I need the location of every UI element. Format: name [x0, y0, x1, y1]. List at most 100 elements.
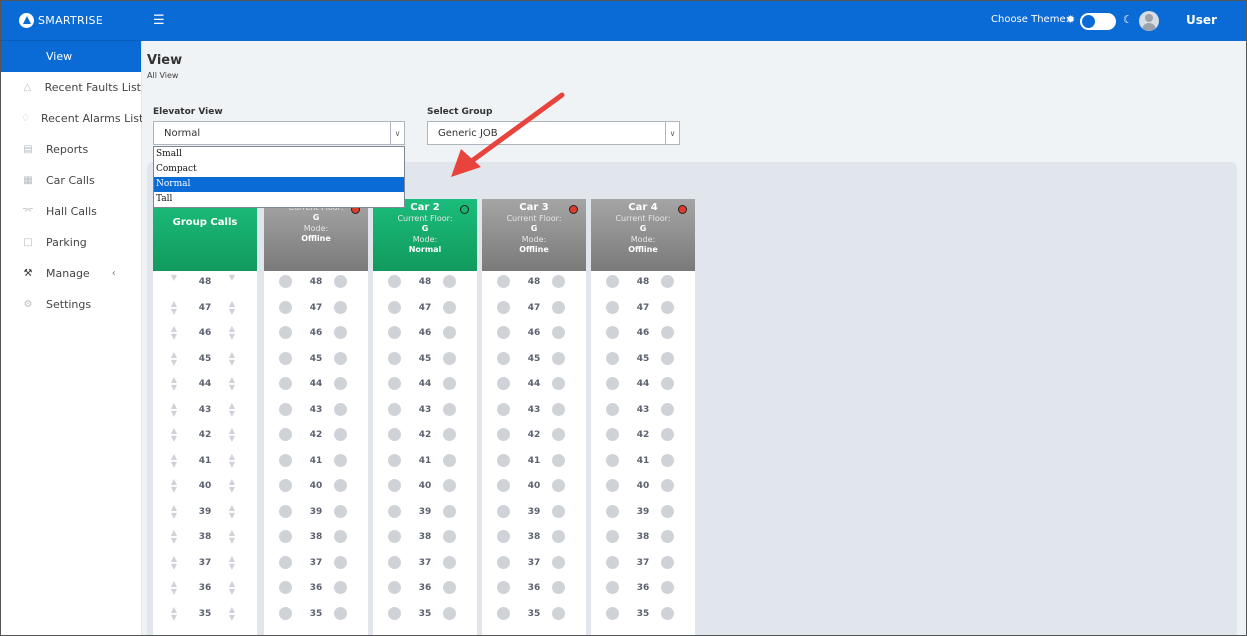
floor-row: 35 [264, 603, 368, 629]
dropdown-option-tall[interactable]: Tall [154, 192, 404, 207]
floor-row: 42 [482, 424, 586, 450]
theme-toggle[interactable] [1080, 13, 1116, 30]
floor-row: 48 [591, 271, 695, 297]
floor-number: 46 [418, 328, 432, 338]
floor-number: 45 [418, 353, 432, 364]
logo[interactable]: SMARTRISE [1, 1, 142, 41]
floor-number: 47 [636, 302, 650, 313]
document-icon: ▤ [23, 144, 33, 155]
floor-row: ▲ ▼ ▲ ▼ 47 [153, 297, 257, 323]
floor-row: 42 [373, 424, 477, 450]
floor-number: 35 [309, 608, 323, 619]
floor-number: 36 [636, 583, 650, 593]
car-column: Car 2 Current Floor: G Mode: Normal 48 47… [373, 199, 477, 635]
elevator-view-label: Elevator View [153, 107, 223, 117]
floor-number: 42 [198, 430, 212, 440]
main-content: View All View Elevator View Normal ∨ Sel… [142, 41, 1246, 635]
floor-row: 48 [373, 271, 477, 297]
floor-row: ▲ ▼ ▲ ▼ 43 [153, 399, 257, 425]
page-title: View [147, 53, 183, 68]
floor-row: ▲ ▼ ▲ ▼ 45 [153, 348, 257, 374]
floor-number: 43 [527, 404, 541, 415]
elevator-view-select[interactable]: Normal ∨ [153, 121, 405, 145]
floor-row: 40 [591, 475, 695, 501]
current-floor-label: Current Floor: [506, 214, 562, 223]
floor-number: 47 [198, 302, 212, 313]
floor-number: 43 [418, 404, 432, 415]
floor-number: 46 [527, 328, 541, 338]
floor-number: 45 [527, 353, 541, 364]
floor-row: 37 [264, 552, 368, 578]
car-floor-list: 48 47 46 45 44 43 42 41 40 39 38 37 36 35 [264, 271, 368, 628]
chevron-down-icon: ∨ [665, 122, 679, 144]
sidebar-item-parking[interactable]: □ Parking [1, 227, 141, 258]
sidebar-item-reports[interactable]: ▤ Reports [1, 134, 141, 165]
floor-row: 48 [482, 271, 586, 297]
floor-row: ▲ ▼ ▲ ▼ 39 [153, 501, 257, 527]
car-header: Current Floor: G Mode: Offline [264, 199, 368, 271]
car-floor-list: 48 47 46 45 44 43 42 41 40 39 38 37 36 35 [373, 271, 477, 628]
sidebar-item-recent-faults[interactable]: △ Recent Faults List [1, 72, 141, 103]
theme-label: Choose Theme: [991, 14, 1069, 25]
floor-row: 43 [482, 399, 586, 425]
floor-row: 47 [373, 297, 477, 323]
floor-row: ▲ ▼ ▲ ▼ 36 [153, 577, 257, 603]
sidebar-item-hall-calls[interactable]: ⌤ Hall Calls [1, 196, 141, 227]
floor-number: 45 [309, 353, 323, 364]
floor-row: 46 [482, 322, 586, 348]
sidebar-item-label: Hall Calls [46, 205, 97, 218]
floor-number: 41 [636, 455, 650, 466]
car-header: Car 2 Current Floor: G Mode: Normal [373, 199, 477, 271]
chevron-left-icon[interactable]: ‹ [112, 268, 116, 279]
hamburger-icon[interactable]: ☰ [153, 14, 165, 27]
floor-row: 41 [373, 450, 477, 476]
floor-number: 41 [198, 455, 212, 466]
floor-row: 37 [591, 552, 695, 578]
sidebar-item-label: Settings [46, 298, 92, 311]
dropdown-option-compact[interactable]: Compact [154, 162, 404, 177]
floor-row: 48 [264, 271, 368, 297]
floor-row: 42 [591, 424, 695, 450]
dropdown-option-normal[interactable]: Normal [154, 177, 404, 192]
annotation-arrow [451, 92, 565, 177]
bell-icon: ♢ [21, 113, 30, 124]
sidebar-item-settings[interactable]: ⚙ Settings [1, 289, 141, 320]
user-menu[interactable]: User [1186, 13, 1217, 27]
floor-number: 37 [418, 557, 432, 568]
floor-number: 35 [418, 608, 432, 619]
avatar[interactable] [1139, 11, 1159, 31]
car-floor-list: 48 47 46 45 44 43 42 41 40 39 38 37 36 35 [482, 271, 586, 628]
floor-number: 46 [636, 328, 650, 338]
sidebar-item-car-calls[interactable]: ▦ Car Calls [1, 165, 141, 196]
mode-value: Offline [628, 245, 658, 254]
floor-number: 45 [636, 353, 650, 364]
floor-row: ▲ ▼ ▲ ▼ 41 [153, 450, 257, 476]
floor-number: 48 [198, 277, 212, 287]
floor-number: 35 [636, 608, 650, 619]
floor-number: 39 [309, 506, 323, 517]
chevron-down-icon: ∨ [390, 122, 404, 144]
gear-icon: ⚙ [23, 299, 33, 310]
sidebar-item-label: Reports [46, 143, 89, 156]
floor-number: 40 [636, 481, 650, 491]
page-subtitle: All View [147, 71, 179, 80]
floor-number: 43 [309, 404, 323, 415]
floor-row: 36 [591, 577, 695, 603]
group-calls-column: Group Calls ▼ ▼ 48 ▲ ▼ ▲ ▼ 47 ▲ ▼ ▲ ▼ 46 ▲ ▼ ▲ ▼ 45 ▲ ▼ ▲ ▼ 44… [153, 199, 257, 635]
floor-number: 35 [527, 608, 541, 619]
floor-number: 36 [418, 583, 432, 593]
floor-row: 45 [264, 348, 368, 374]
floor-row: 38 [373, 526, 477, 552]
floor-number: 42 [636, 430, 650, 440]
floor-row: 37 [482, 552, 586, 578]
floor-number: 36 [198, 583, 212, 593]
floor-number: 45 [198, 353, 212, 364]
sidebar-item-manage[interactable]: ⚒ Manage ‹ [1, 258, 141, 289]
floor-number: 47 [418, 302, 432, 313]
mode-value: Normal [408, 245, 442, 254]
annotation-arrow-head [451, 149, 481, 177]
sidebar-item-view[interactable]: ○ View [1, 41, 141, 72]
floor-number: 40 [418, 481, 432, 491]
dropdown-option-small[interactable]: Small [154, 147, 404, 162]
sidebar-item-recent-alarms[interactable]: ♢ Recent Alarms List [1, 103, 143, 134]
